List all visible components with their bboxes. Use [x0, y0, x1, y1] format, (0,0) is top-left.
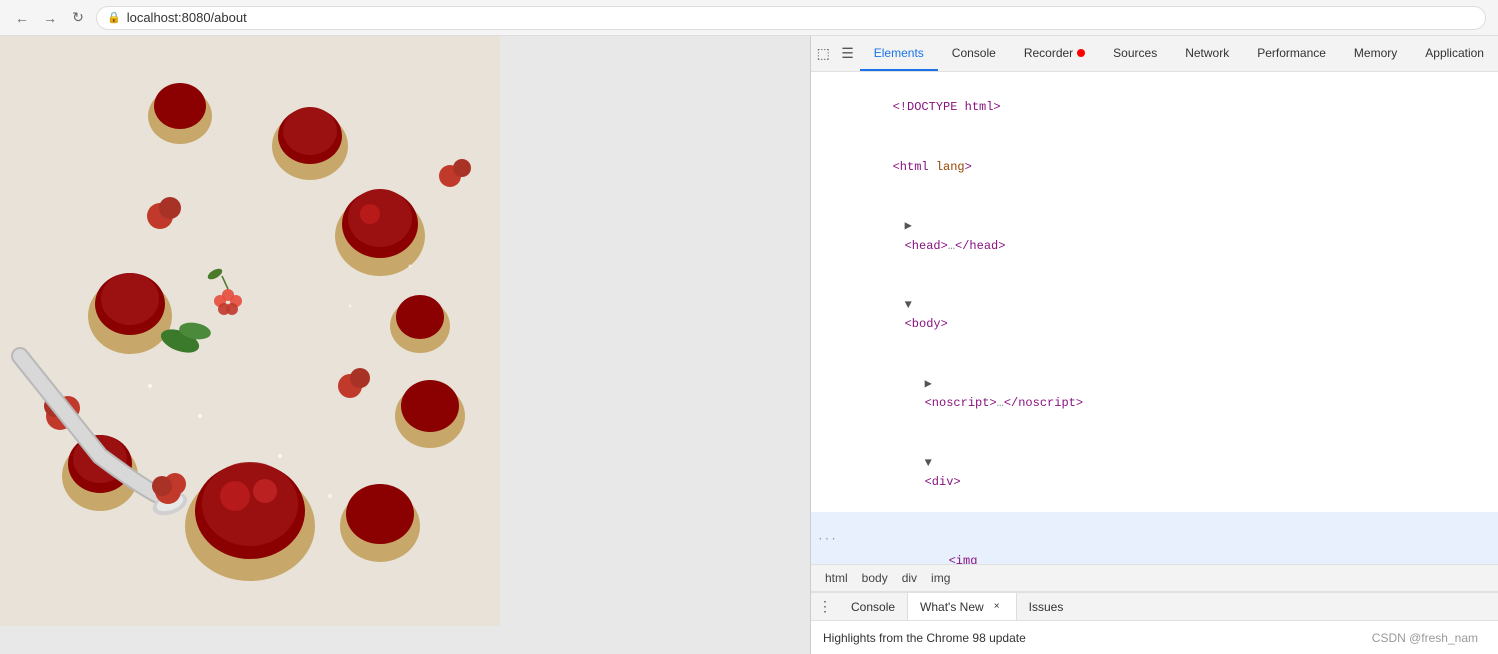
devtools-tabs: ⬚ ☰ Elements Console Recorder Sources Ne… [811, 36, 1498, 72]
reload-button[interactable]: ↻ [68, 8, 88, 28]
tab-performance[interactable]: Performance [1243, 36, 1340, 71]
breadcrumb-img[interactable]: img [925, 569, 956, 587]
inspect-element-button[interactable]: ⬚ [811, 36, 835, 71]
bottom-tab-issues[interactable]: Issues [1017, 593, 1076, 620]
recorder-dot-icon [1077, 49, 1085, 57]
address-bar[interactable]: 🔒 localhost:8080/about [96, 6, 1486, 30]
code-line-head[interactable]: ▶ <head>…</head> [811, 197, 1498, 276]
tab-memory[interactable]: Memory [1340, 36, 1411, 71]
code-line-img[interactable]: ··· <img src="/img/slyline.29df7781.jpg"… [811, 512, 1498, 564]
back-button[interactable]: ← [12, 8, 32, 28]
main-area: ⬚ ☰ Elements Console Recorder Sources Ne… [0, 36, 1498, 654]
tab-recorder[interactable]: Recorder [1010, 36, 1099, 71]
devtools-panel: ⬚ ☰ Elements Console Recorder Sources Ne… [810, 36, 1498, 654]
page-content [0, 36, 810, 654]
bottom-tabs: ⋮ Console What's New × Issues [811, 593, 1498, 621]
code-line-div-open[interactable]: ▼ <div> [811, 433, 1498, 512]
browser-chrome: ← → ↻ 🔒 localhost:8080/about [0, 0, 1498, 36]
breadcrumb-html[interactable]: html [819, 569, 854, 587]
code-line-body-open[interactable]: ▼ <body> [811, 276, 1498, 355]
code-line-html[interactable]: <html lang> [811, 138, 1498, 198]
breadcrumb-bar: html body div img [811, 564, 1498, 592]
address-text: localhost:8080/about [127, 10, 247, 25]
tab-console[interactable]: Console [938, 36, 1010, 71]
devtools-code-panel: <!DOCTYPE html> <html lang> ▶ <head>…</h… [811, 72, 1498, 564]
tab-sources[interactable]: Sources [1099, 36, 1171, 71]
breadcrumb-body[interactable]: body [856, 569, 894, 587]
devtools-bottom: ⋮ Console What's New × Issues Highlights… [811, 592, 1498, 654]
bottom-tab-whats-new[interactable]: What's New × [907, 593, 1017, 620]
watermark: CSDN @fresh_nam [1372, 631, 1486, 645]
bottom-tab-console[interactable]: Console [839, 593, 907, 620]
tab-application[interactable]: Application [1411, 36, 1498, 71]
lock-icon: 🔒 [107, 11, 121, 24]
code-line-noscript[interactable]: ▶ <noscript>…</noscript> [811, 355, 1498, 434]
tab-elements[interactable]: Elements [860, 36, 938, 71]
highlights-text: Highlights from the Chrome 98 update [823, 631, 1026, 645]
device-toggle-button[interactable]: ☰ [835, 36, 859, 71]
food-image [0, 36, 500, 626]
code-line-doctype: <!DOCTYPE html> [811, 78, 1498, 138]
breadcrumb-div[interactable]: div [896, 569, 923, 587]
tab-network[interactable]: Network [1171, 36, 1243, 71]
bottom-content: Highlights from the Chrome 98 update CSD… [811, 621, 1498, 654]
close-whats-new-button[interactable]: × [990, 600, 1004, 614]
forward-button[interactable]: → [40, 8, 60, 28]
bottom-menu-button[interactable]: ⋮ [811, 593, 839, 620]
